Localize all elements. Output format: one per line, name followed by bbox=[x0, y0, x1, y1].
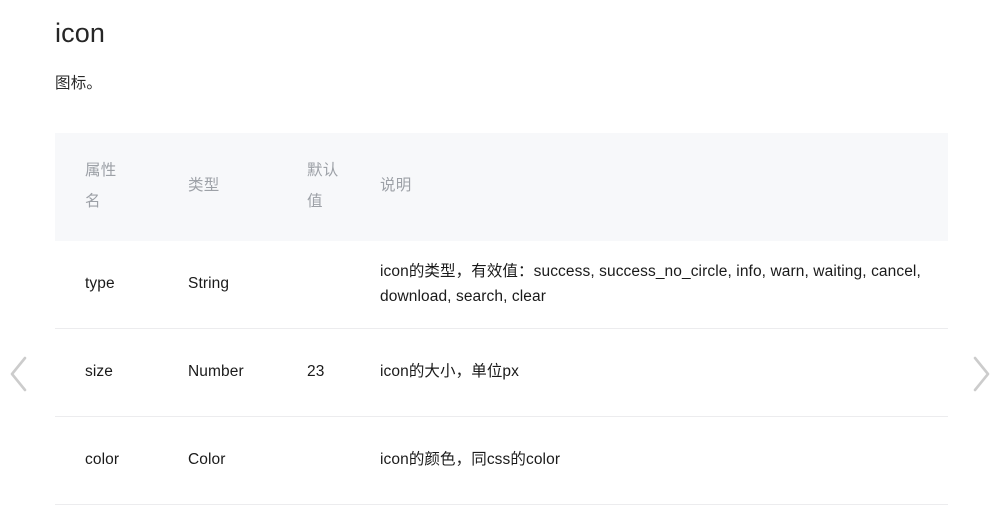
carousel-prev-button[interactable] bbox=[2, 346, 36, 402]
cell-property-type: String bbox=[158, 241, 293, 329]
property-description-text: icon的颜色，同css的color bbox=[370, 447, 948, 472]
content-area: icon 图标。 属性名 类型 默认值 bbox=[55, 0, 948, 505]
property-name-text: type bbox=[55, 271, 158, 296]
cell-property-type: Color bbox=[158, 416, 293, 504]
table-row: size Number 23 icon的大小，单位px bbox=[55, 328, 948, 416]
table-header-row: 属性名 类型 默认值 说明 bbox=[55, 133, 948, 241]
chevron-left-icon bbox=[8, 354, 30, 394]
table-header: 属性名 类型 默认值 说明 bbox=[55, 133, 948, 241]
carousel-next-button[interactable] bbox=[964, 346, 998, 402]
cell-property-default bbox=[293, 416, 370, 504]
column-header-type: 类型 bbox=[158, 133, 293, 241]
page-title: icon bbox=[55, 0, 948, 47]
table-row: type String icon的类型，有效值：success, success… bbox=[55, 241, 948, 329]
cell-property-type: Number bbox=[158, 328, 293, 416]
cell-property-default: 23 bbox=[293, 328, 370, 416]
cell-property-name: size bbox=[55, 328, 158, 416]
property-default-text: 23 bbox=[293, 359, 370, 384]
property-type-text: String bbox=[158, 271, 293, 296]
column-header-description-label: 说明 bbox=[370, 171, 948, 201]
chevron-right-icon bbox=[970, 354, 992, 394]
cell-property-default bbox=[293, 241, 370, 329]
cell-property-description: icon的类型，有效值：success, success_no_circle, … bbox=[370, 241, 948, 329]
cell-property-name: color bbox=[55, 416, 158, 504]
page-description: 图标。 bbox=[55, 47, 948, 92]
property-name-text: color bbox=[55, 447, 158, 472]
column-header-default: 默认值 bbox=[293, 133, 370, 241]
property-type-text: Color bbox=[158, 447, 293, 472]
cell-property-name: type bbox=[55, 241, 158, 329]
property-name-text: size bbox=[55, 359, 158, 384]
page-root: icon 图标。 属性名 类型 默认值 bbox=[0, 0, 1000, 528]
column-header-name: 属性名 bbox=[55, 133, 158, 241]
properties-table: 属性名 类型 默认值 说明 type bbox=[55, 133, 948, 505]
property-description-text: icon的类型，有效值：success, success_no_circle, … bbox=[370, 259, 948, 309]
column-header-description: 说明 bbox=[370, 133, 948, 241]
cell-property-description: icon的大小，单位px bbox=[370, 328, 948, 416]
column-header-name-label: 属性名 bbox=[55, 156, 158, 216]
cell-property-description: icon的颜色，同css的color bbox=[370, 416, 948, 504]
property-type-text: Number bbox=[158, 359, 293, 384]
table-body: type String icon的类型，有效值：success, success… bbox=[55, 241, 948, 505]
column-header-default-label: 默认值 bbox=[293, 156, 370, 216]
column-header-type-label: 类型 bbox=[158, 171, 293, 201]
table-row: color Color icon的颜色，同css的color bbox=[55, 416, 948, 504]
property-description-text: icon的大小，单位px bbox=[370, 359, 948, 384]
